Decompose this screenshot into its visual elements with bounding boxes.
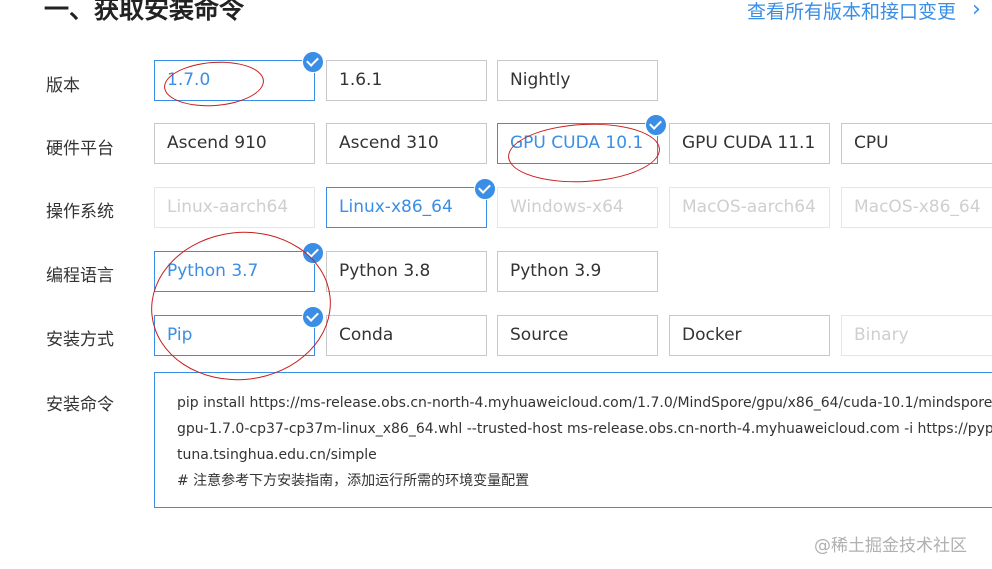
option-label: Pip <box>167 325 193 345</box>
check-icon <box>474 178 496 200</box>
option-label: MacOS-x86_64 <box>854 197 981 217</box>
option-hardware-ascend-910[interactable]: Ascend 910 <box>154 123 315 164</box>
option-os-macos-x86-64: MacOS-x86_64 <box>841 187 992 228</box>
page-title: 一、获取安装命令 <box>44 0 245 24</box>
option-method-docker[interactable]: Docker <box>669 315 830 356</box>
option-language-python-3-9[interactable]: Python 3.9 <box>497 251 658 292</box>
command-line: gpu-1.7.0-cp37-cp37m-linux_x86_64.whl --… <box>177 421 992 437</box>
option-label: Python 3.9 <box>510 261 602 281</box>
install-command-box[interactable]: pip install https://ms-release.obs.cn-no… <box>154 372 992 508</box>
hardware-label: 硬件平台 <box>46 139 114 159</box>
option-method-pip[interactable]: Pip <box>154 306 324 356</box>
check-icon <box>302 51 324 73</box>
option-label: GPU CUDA 11.1 <box>682 133 816 153</box>
option-method-conda[interactable]: Conda <box>326 315 487 356</box>
option-version-1-6-1[interactable]: 1.6.1 <box>326 60 487 101</box>
option-label: Ascend 310 <box>339 133 439 153</box>
command-line: tuna.tsinghua.edu.cn/simple <box>177 447 377 463</box>
method-label: 安装方式 <box>46 330 114 350</box>
option-hardware-gpu-cuda-11-1[interactable]: GPU CUDA 11.1 <box>669 123 830 164</box>
option-version-1-7-0[interactable]: 1.7.0 <box>154 51 324 101</box>
option-label: Linux-x86_64 <box>339 197 453 217</box>
check-icon <box>302 242 324 264</box>
option-label: Nightly <box>510 70 571 90</box>
option-label: 1.6.1 <box>339 70 383 90</box>
check-icon <box>302 306 324 328</box>
option-label: Binary <box>854 325 909 345</box>
option-label: Source <box>510 325 569 345</box>
os-label: 操作系统 <box>46 202 114 222</box>
option-os-linux-aarch64: Linux-aarch64 <box>154 187 315 228</box>
option-label: Ascend 910 <box>167 133 267 153</box>
option-label: 1.7.0 <box>167 70 211 90</box>
option-os-macos-aarch64: MacOS-aarch64 <box>669 187 830 228</box>
option-label: Conda <box>339 325 394 345</box>
watermark: @稀土掘金技术社区 <box>814 536 967 556</box>
chevron-right-icon[interactable]: › <box>972 0 981 22</box>
check-icon <box>645 114 667 136</box>
language-label: 编程语言 <box>46 266 114 286</box>
option-label: Python 3.8 <box>339 261 431 281</box>
option-method-binary: Binary <box>841 315 992 356</box>
option-label: CPU <box>854 133 889 153</box>
option-hardware-ascend-310[interactable]: Ascend 310 <box>326 123 487 164</box>
option-label: MacOS-aarch64 <box>682 197 816 217</box>
option-label: Docker <box>682 325 742 345</box>
option-os-windows-x64: Windows-x64 <box>497 187 658 228</box>
option-label: Windows-x64 <box>510 197 624 217</box>
option-label: Linux-aarch64 <box>167 197 289 217</box>
option-method-source[interactable]: Source <box>497 315 658 356</box>
command-label: 安装命令 <box>46 395 114 415</box>
version-label: 版本 <box>46 76 80 96</box>
option-language-python-3-7[interactable]: Python 3.7 <box>154 242 324 292</box>
option-language-python-3-8[interactable]: Python 3.8 <box>326 251 487 292</box>
option-label: GPU CUDA 10.1 <box>510 133 644 153</box>
option-hardware-cpu[interactable]: CPU <box>841 123 992 164</box>
option-label: Python 3.7 <box>167 261 259 281</box>
option-hardware-gpu-cuda-10-1[interactable]: GPU CUDA 10.1 <box>497 114 667 164</box>
command-note: # 注意参考下方安装指南，添加运行所需的环境变量配置 <box>177 473 530 489</box>
changelog-link[interactable]: 查看所有版本和接口变更 <box>747 0 956 24</box>
option-version-nightly[interactable]: Nightly <box>497 60 658 101</box>
command-line: pip install https://ms-release.obs.cn-no… <box>177 395 992 411</box>
option-os-linux-x86-64[interactable]: Linux-x86_64 <box>326 178 496 228</box>
